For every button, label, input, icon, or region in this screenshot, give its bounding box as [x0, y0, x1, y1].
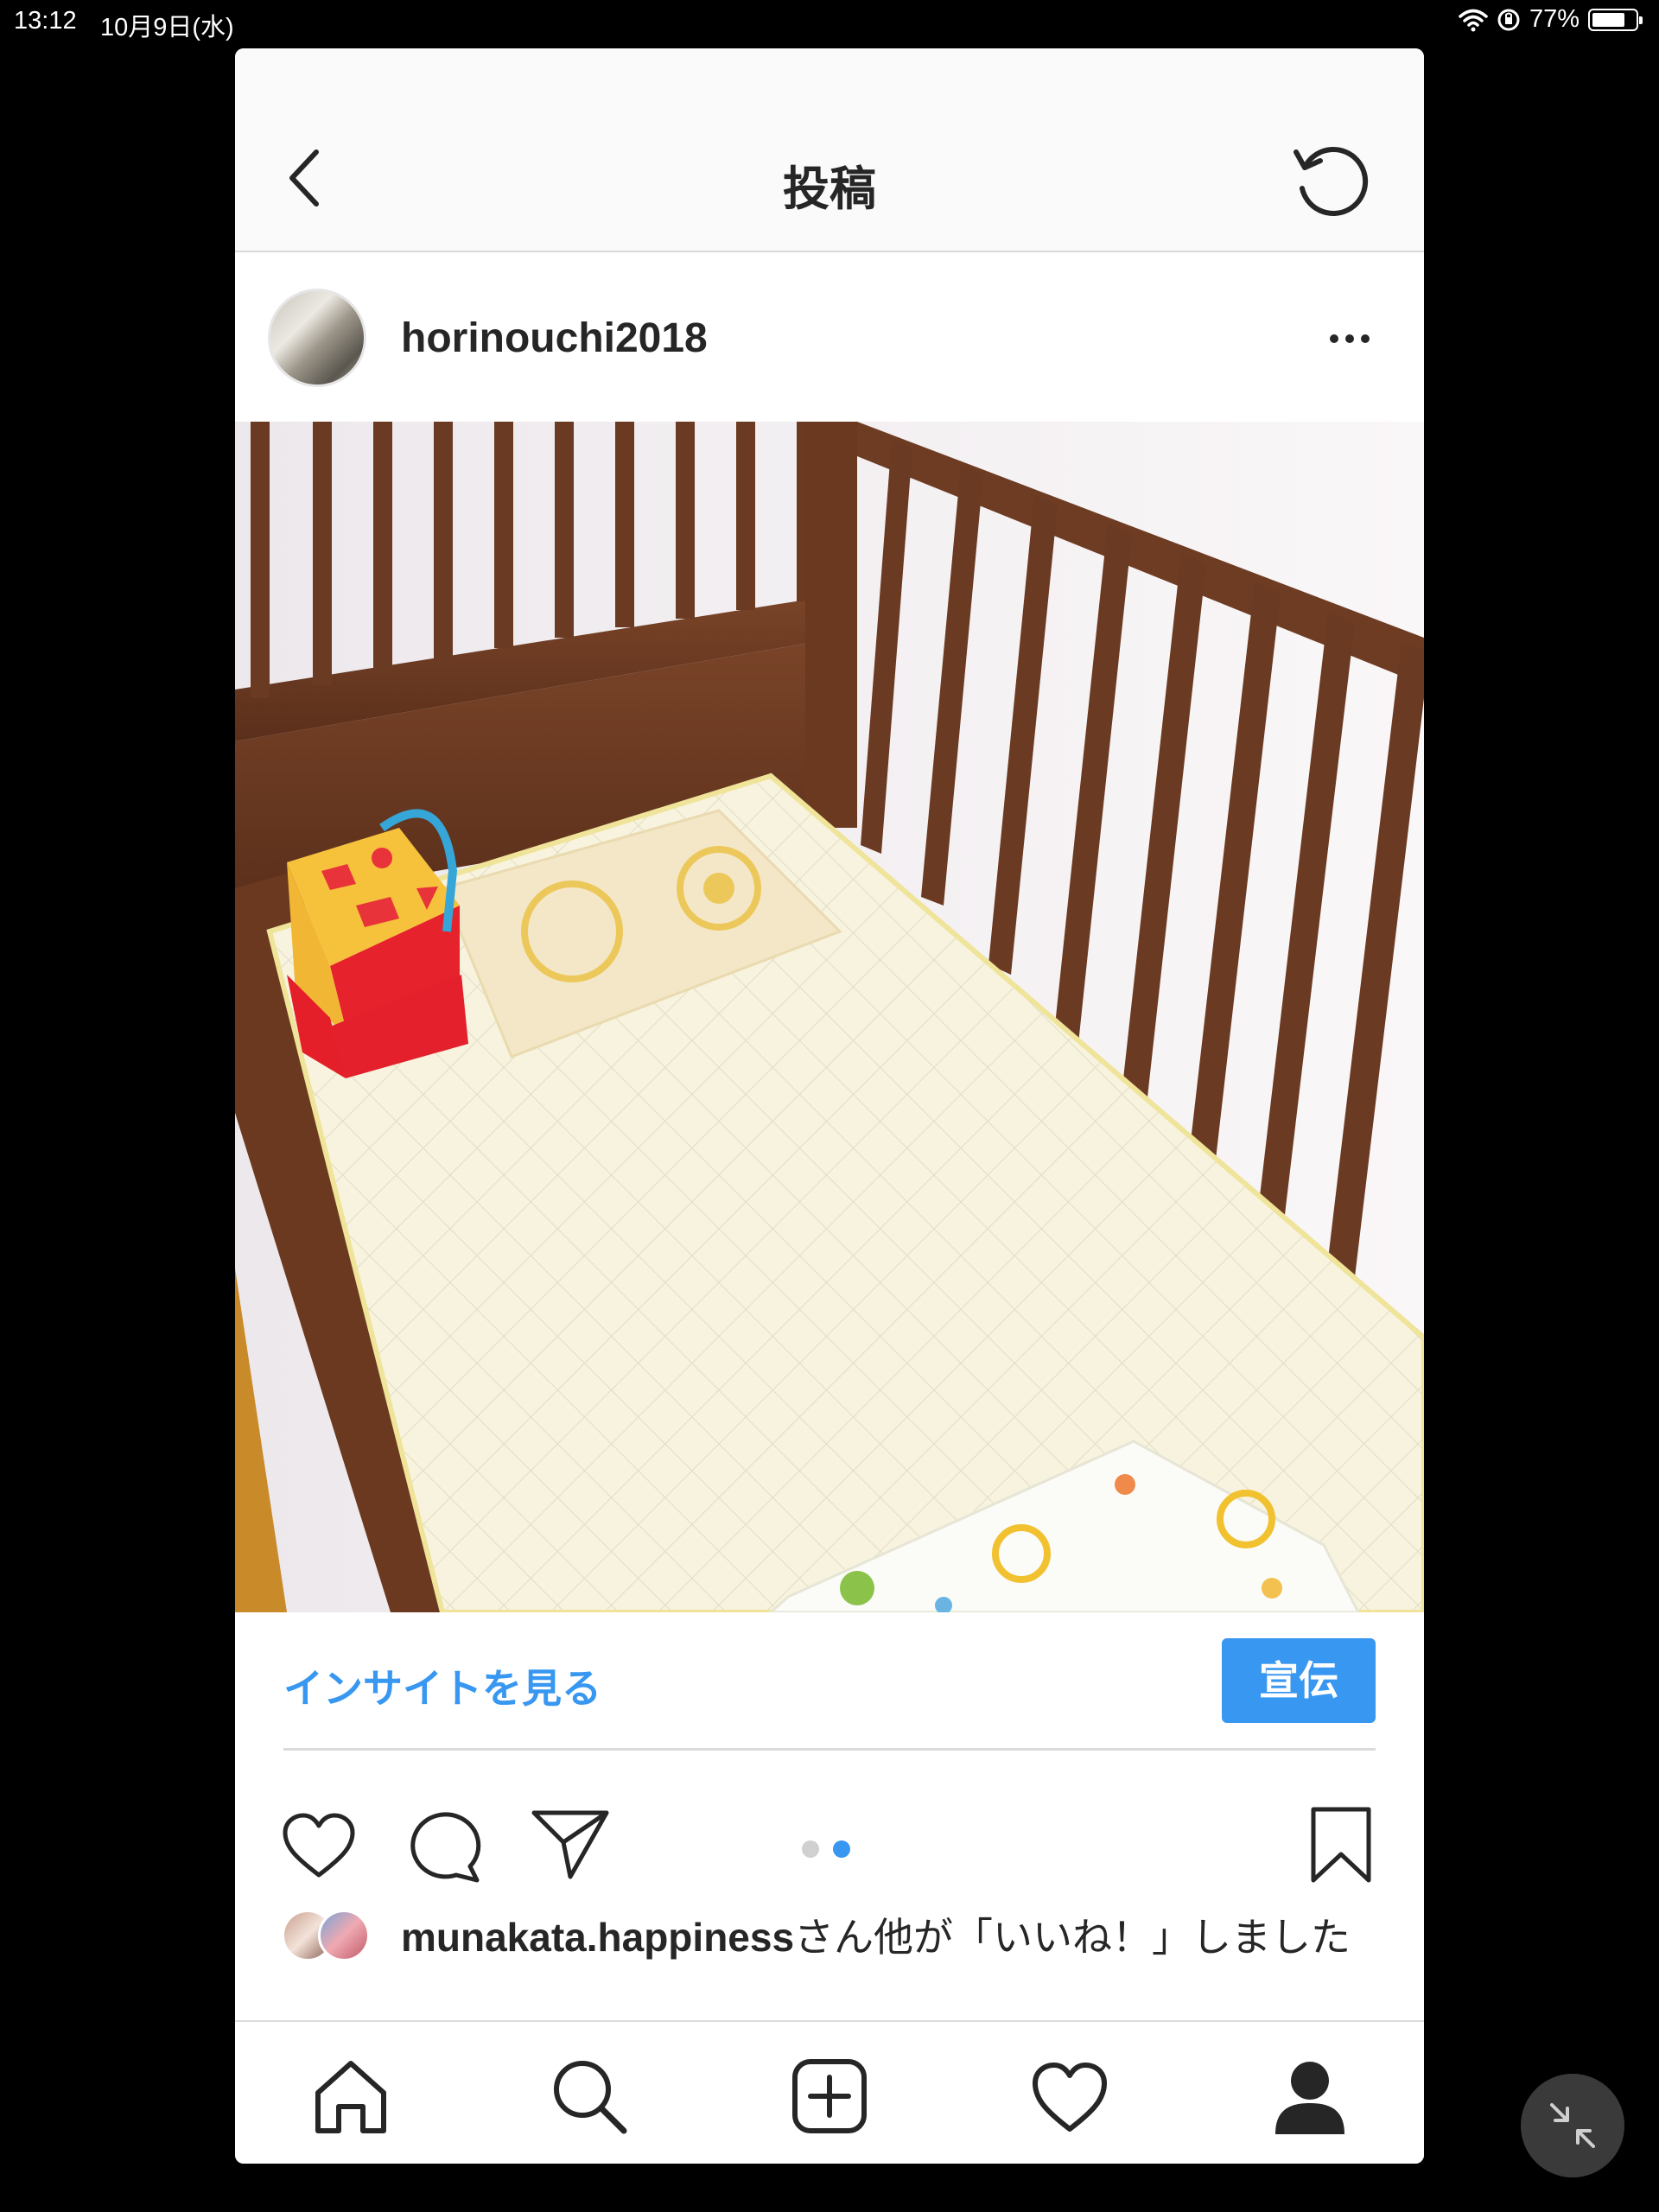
page-title: 投稿: [783, 163, 876, 215]
status-time: 13:12: [14, 7, 77, 35]
search-icon: [554, 2061, 627, 2134]
wifi-icon: [1459, 9, 1488, 31]
comment-icon: [410, 1812, 481, 1883]
status-right: 77%: [1459, 5, 1643, 34]
battery-icon: [1588, 8, 1643, 31]
insight-bar: インサイトを見る 宣伝: [235, 1612, 1424, 1751]
carousel-dot: [802, 1840, 819, 1858]
avatar[interactable]: [268, 289, 366, 387]
more-options-button[interactable]: [1324, 321, 1376, 356]
ellipsis-icon: [1330, 334, 1370, 343]
app-panel: 投稿 horinouchi2018 インサイトを見る 宣伝 munakata.h…: [235, 48, 1424, 2164]
refresh-icon: [1294, 147, 1369, 216]
paper-plane-icon: [531, 1810, 609, 1879]
liker-avatar[interactable]: [318, 1910, 370, 1961]
battery-percent: 77%: [1529, 5, 1580, 33]
carousel-dot: [833, 1840, 850, 1858]
share-button[interactable]: [531, 1808, 610, 1882]
crib-photo: [235, 422, 1424, 1612]
home-icon: [315, 2061, 386, 2133]
liker-username[interactable]: munakata.happiness: [401, 1915, 794, 1960]
post-username[interactable]: horinouchi2018: [401, 315, 708, 362]
view-insights-link[interactable]: インサイトを見る: [283, 1657, 601, 1714]
add-post-icon: [792, 2059, 867, 2133]
refresh-button[interactable]: [1287, 135, 1374, 221]
status-bar: 13:12 10月9日(水) 77%: [0, 0, 1659, 45]
post-header: horinouchi2018: [235, 252, 1424, 422]
promote-button[interactable]: 宣伝: [1222, 1638, 1376, 1723]
likes-suffix: さん他が「いいね！」しました: [794, 1915, 1351, 1960]
heart-icon: [283, 1813, 355, 1878]
minimize-button[interactable]: [1521, 2074, 1624, 2177]
action-row: [235, 1751, 1424, 1883]
battery-level: [1592, 12, 1624, 27]
carousel-indicator: [802, 1840, 850, 1858]
bookmark-icon: [1311, 1807, 1371, 1883]
like-button[interactable]: [280, 1811, 358, 1880]
likes-row: munakata.happinessさん他が「いいね！」しました: [235, 1906, 1424, 2018]
tab-add-post[interactable]: [788, 2055, 871, 2138]
battery-tip: [1639, 16, 1643, 24]
tab-activity[interactable]: [1028, 2055, 1111, 2138]
post-image[interactable]: [235, 422, 1424, 1612]
top-bar: 投稿: [235, 48, 1424, 252]
tab-bar: [235, 2020, 1424, 2164]
likes-text[interactable]: munakata.happinessさん他が「いいね！」しました: [401, 1913, 1369, 1961]
save-button[interactable]: [1306, 1806, 1376, 1884]
profile-icon: [1275, 2062, 1344, 2134]
orientation-lock-icon: [1497, 9, 1520, 30]
status-date: 10月9日(水): [100, 14, 234, 41]
tab-search[interactable]: [548, 2055, 631, 2138]
comment-button[interactable]: [408, 1809, 486, 1884]
tab-profile[interactable]: [1268, 2055, 1351, 2138]
tab-home[interactable]: [309, 2055, 392, 2138]
activity-heart-icon: [1033, 2063, 1107, 2132]
